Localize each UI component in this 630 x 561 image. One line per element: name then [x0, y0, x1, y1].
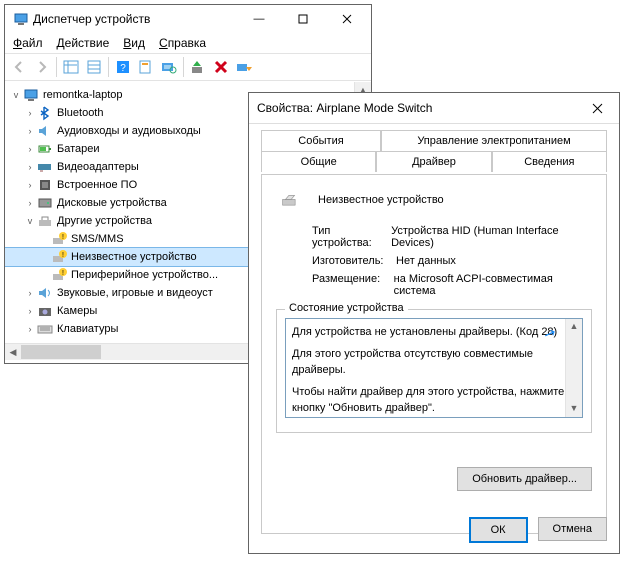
- tree-root-label: remontka-laptop: [43, 89, 123, 101]
- cancel-button[interactable]: Отмена: [538, 517, 607, 541]
- button-label: Отмена: [553, 523, 592, 535]
- forward-button[interactable]: [31, 56, 53, 78]
- window-title: Диспетчер устройств: [33, 12, 237, 26]
- label-type: Тип устройства:: [312, 225, 391, 249]
- menu-action[interactable]: Действие: [57, 36, 110, 50]
- svg-text:!: !: [62, 252, 64, 259]
- ok-button[interactable]: ОК: [469, 517, 528, 543]
- value-type: Устройства HID (Human Interface Devices): [391, 225, 592, 249]
- tree-label: Батареи: [57, 143, 100, 155]
- value-mfr: Нет данных: [396, 255, 456, 267]
- maximize-button[interactable]: [281, 5, 325, 33]
- unknown-device-icon: !: [51, 249, 67, 265]
- device-status-text[interactable]: Для устройства не установлены драйверы. …: [285, 318, 583, 418]
- tab-label: Сведения: [524, 156, 574, 168]
- tree-label: Дисковые устройства: [57, 197, 167, 209]
- bluetooth-icon: [37, 105, 53, 121]
- tab-label: События: [298, 135, 343, 147]
- tab-label: Управление электропитанием: [417, 135, 570, 147]
- tab-events[interactable]: События: [261, 130, 381, 151]
- tree-label: Другие устройства: [57, 215, 152, 227]
- tree-label: Периферийное устройство...: [71, 269, 218, 281]
- group-legend: Состояние устройства: [285, 302, 408, 314]
- status-line: Для устройства не установлены драйверы. …: [292, 325, 576, 341]
- unknown-device-icon: !: [51, 231, 67, 247]
- audio-icon: [37, 123, 53, 139]
- value-loc: на Microsoft ACPI-совместимая система: [394, 273, 592, 297]
- toolbar: ?: [5, 53, 371, 81]
- tree-label: Камеры: [57, 305, 97, 317]
- disk-icon: [37, 195, 53, 211]
- menu-file[interactable]: Файл: [13, 36, 43, 50]
- toolbar-list-icon[interactable]: [83, 56, 105, 78]
- update-driver-button[interactable]: Обновить драйвер...: [457, 467, 592, 491]
- dialog-titlebar[interactable]: Свойства: Airplane Mode Switch: [249, 93, 619, 124]
- camera-icon: [37, 303, 53, 319]
- scroll-up-icon[interactable]: ▲: [566, 319, 582, 335]
- tab-strip: События Управление электропитанием Общие…: [261, 130, 607, 174]
- tab-label: Драйвер: [412, 156, 456, 168]
- device-large-icon: [276, 189, 304, 211]
- menubar: Файл Действие Вид Справка: [5, 33, 371, 53]
- scroll-left-icon[interactable]: ◀: [5, 344, 21, 360]
- device-status-group: Состояние устройства Для устройства не у…: [276, 309, 592, 433]
- computer-icon: [23, 87, 39, 103]
- sound-icon: [37, 285, 53, 301]
- update-driver-icon[interactable]: [187, 56, 209, 78]
- tab-label: Общие: [301, 156, 337, 168]
- app-icon: [13, 11, 29, 27]
- tree-label: Аудиовходы и аудиовыходы: [57, 125, 201, 137]
- disable-icon[interactable]: [233, 56, 255, 78]
- tab-details[interactable]: Сведения: [492, 151, 607, 172]
- unknown-device-icon: !: [51, 267, 67, 283]
- device-name: Неизвестное устройство: [318, 194, 444, 206]
- status-scrollbar[interactable]: ▲ ▼: [565, 319, 582, 417]
- status-line: Для этого устройства отсутствую совмести…: [292, 347, 576, 379]
- help-icon[interactable]: ?: [112, 56, 134, 78]
- tree-label: Неизвестное устройство: [71, 251, 197, 263]
- minimize-button[interactable]: —: [237, 5, 281, 33]
- scroll-down-icon[interactable]: ▼: [566, 401, 582, 417]
- dialog-close-button[interactable]: [577, 93, 617, 123]
- close-button[interactable]: [325, 5, 369, 33]
- dialog-title: Свойства: Airplane Mode Switch: [257, 101, 577, 115]
- scan-hardware-icon[interactable]: [158, 56, 180, 78]
- back-button[interactable]: [8, 56, 30, 78]
- button-label: ОК: [491, 524, 506, 536]
- properties-dialog: Свойства: Airplane Mode Switch События У…: [248, 92, 620, 554]
- uninstall-icon[interactable]: [210, 56, 232, 78]
- status-line: Чтобы найти драйвер для этого устройства…: [292, 385, 576, 417]
- keyboard-icon: [37, 321, 53, 337]
- firmware-icon: [37, 177, 53, 193]
- tab-driver[interactable]: Драйвер: [376, 151, 491, 172]
- label-mfr: Изготовитель:: [312, 255, 396, 267]
- toolbar-properties-icon[interactable]: [135, 56, 157, 78]
- titlebar[interactable]: Диспетчер устройств —: [5, 5, 371, 33]
- menu-help[interactable]: Справка: [159, 36, 206, 50]
- svg-text:!: !: [62, 234, 64, 241]
- button-label: Обновить драйвер...: [472, 473, 577, 485]
- menu-view[interactable]: Вид: [123, 36, 145, 50]
- battery-icon: [37, 141, 53, 157]
- tab-power[interactable]: Управление электропитанием: [381, 130, 607, 151]
- tree-label: Звуковые, игровые и видеоуст: [57, 287, 213, 299]
- tree-label: Bluetooth: [57, 107, 103, 119]
- tree-label: Встроенное ПО: [57, 179, 137, 191]
- label-loc: Размещение:: [312, 273, 394, 297]
- tree-label: Клавиатуры: [57, 323, 118, 335]
- tab-panel-general: Неизвестное устройство Тип устройства:Ус…: [261, 174, 607, 534]
- display-adapter-icon: [37, 159, 53, 175]
- svg-text:!: !: [62, 270, 64, 277]
- toolbar-showhide-icon[interactable]: [60, 56, 82, 78]
- tree-label: Видеоадаптеры: [57, 161, 139, 173]
- tree-label: SMS/MMS: [71, 233, 124, 245]
- tab-general[interactable]: Общие: [261, 151, 376, 172]
- scrollbar-thumb[interactable]: [21, 345, 101, 359]
- other-devices-icon: [37, 213, 53, 229]
- svg-text:?: ?: [120, 63, 126, 74]
